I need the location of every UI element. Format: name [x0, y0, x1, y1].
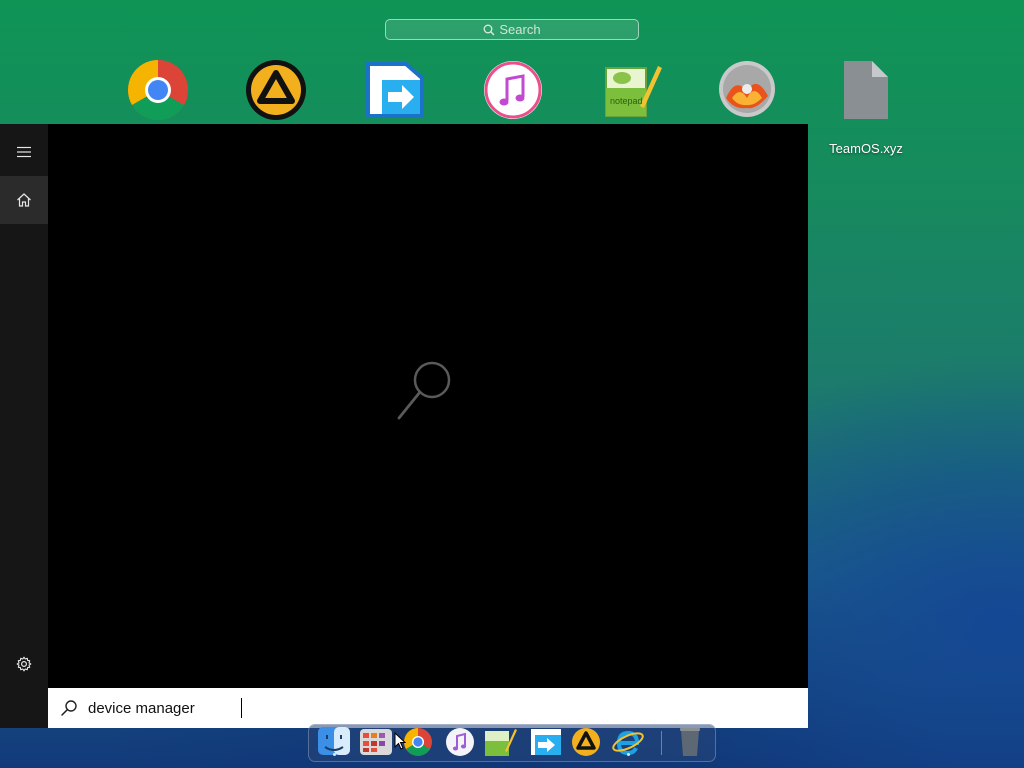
- mouse-cursor-icon: [394, 732, 406, 750]
- start-search-box[interactable]: [48, 688, 808, 728]
- hamburger-menu-icon: [17, 146, 31, 158]
- gear-icon: [16, 656, 32, 672]
- trash-icon[interactable]: [673, 727, 707, 757]
- itunes-icon[interactable]: [482, 59, 544, 121]
- dock: [308, 724, 716, 762]
- home-icon: [17, 193, 31, 207]
- start-rail: [0, 124, 48, 728]
- dock-separator: [661, 731, 662, 755]
- running-indicator: [627, 753, 630, 756]
- launchpad-search-placeholder: Search: [499, 22, 541, 37]
- notepad-plus-plus-icon[interactable]: notepad: [600, 58, 662, 120]
- aimp-icon[interactable]: [245, 59, 307, 121]
- launchpad-icon[interactable]: [359, 727, 393, 757]
- launchpad-search-field[interactable]: Search: [385, 19, 639, 40]
- file-transfer-icon[interactable]: [529, 727, 563, 757]
- running-indicator: [333, 753, 336, 756]
- search-icon: [61, 700, 77, 716]
- hamburger-menu-button[interactable]: [0, 128, 48, 176]
- aimp-icon[interactable]: [569, 727, 603, 757]
- chrome-icon[interactable]: [127, 59, 189, 121]
- desktop-file-label: TeamOS.xyz: [829, 141, 903, 156]
- search-placeholder-icon: [397, 361, 451, 420]
- start-search-window: [0, 124, 808, 728]
- itunes-icon[interactable]: [443, 727, 477, 757]
- chrome-icon[interactable]: [401, 727, 435, 757]
- file-transfer-icon[interactable]: [364, 58, 426, 120]
- svg-text:notepad: notepad: [610, 96, 643, 106]
- document-file-icon[interactable]: [836, 59, 896, 121]
- notepad-plus-plus-icon[interactable]: [483, 727, 517, 757]
- start-search-input[interactable]: [88, 693, 388, 723]
- internet-explorer-icon[interactable]: [611, 727, 645, 757]
- text-caret: [241, 698, 242, 718]
- search-icon: [483, 24, 495, 35]
- finder-icon[interactable]: [317, 727, 351, 757]
- disc-burner-icon[interactable]: [716, 58, 778, 120]
- home-button[interactable]: [0, 176, 48, 224]
- settings-button[interactable]: [0, 640, 48, 688]
